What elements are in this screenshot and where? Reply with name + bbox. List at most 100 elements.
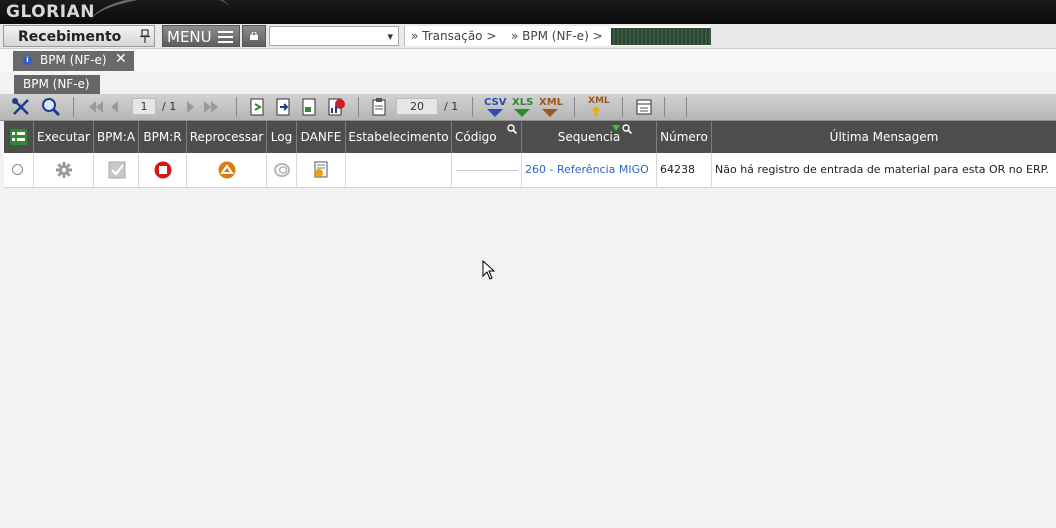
- menu-button[interactable]: MENU: [162, 25, 240, 47]
- page-title-label: BPM (NF-e): [23, 77, 90, 91]
- up-arrow-icon: [591, 106, 601, 116]
- reprocessar-cell: [187, 153, 267, 187]
- toolbar-separator: [73, 97, 74, 117]
- estabelecimento-cell: [346, 153, 452, 187]
- column-header-bpm-r[interactable]: BPM:R: [139, 121, 187, 153]
- column-header-danfe[interactable]: DANFE: [297, 121, 346, 153]
- sequencia-cell[interactable]: 260 - Referência MIGO: [522, 153, 657, 187]
- toolbar-separator: [574, 97, 575, 117]
- toolbar-separator: [358, 97, 359, 117]
- ultima-mensagem-cell: Não há registro de entrada de material p…: [715, 163, 1050, 176]
- down-arrow-icon: [542, 109, 558, 117]
- toolbar: 1 / 1 20 / 1 CSV XLS XML XML: [0, 94, 1056, 121]
- chart-settings-icon[interactable]: [326, 97, 348, 117]
- down-arrow-icon: [487, 109, 503, 117]
- toolbar-separator: [472, 97, 473, 117]
- numero-cell: 64238: [657, 153, 712, 187]
- module-selector[interactable]: Recebimento: [3, 25, 155, 47]
- breadcrumb-transacao[interactable]: » Transação >: [411, 29, 496, 43]
- tab-label: BPM (NF-e): [40, 53, 107, 67]
- breadcrumb-bpm[interactable]: » BPM (NF-e) >: [511, 29, 603, 43]
- gear-icon[interactable]: [55, 161, 73, 179]
- bpm-r-cell: [139, 153, 187, 187]
- export-xml-button[interactable]: XML: [539, 97, 564, 117]
- close-icon[interactable]: ✕: [115, 51, 127, 67]
- export-xls-label: XLS: [512, 97, 534, 108]
- column-header-sequencia[interactable]: Sequencia: [522, 121, 657, 153]
- table-row[interactable]: 260 - Referência MIGO 64238 Não há regis…: [4, 153, 1056, 188]
- lock-icon: [250, 32, 258, 40]
- column-header-reprocessar[interactable]: Reprocessar: [187, 121, 267, 153]
- sub-header: BPM (NF-e): [0, 73, 1056, 94]
- module-title: Recebimento: [18, 29, 122, 45]
- breadcrumb-masked: [611, 28, 711, 45]
- quick-select[interactable]: ▾: [269, 26, 399, 46]
- export-xml-alt-label: XML: [588, 96, 610, 106]
- sort-search-icon[interactable]: [622, 124, 632, 134]
- column-header-codigo[interactable]: Código: [452, 121, 522, 153]
- toolbar-separator: [686, 97, 687, 117]
- export-xml-label: XML: [539, 97, 564, 108]
- search-icon[interactable]: [40, 97, 62, 117]
- reprocess-icon[interactable]: [218, 161, 236, 179]
- logo-swoosh: [88, 0, 232, 24]
- log-icon[interactable]: [273, 162, 291, 178]
- form-view-icon[interactable]: [634, 97, 654, 117]
- column-select-all[interactable]: [4, 121, 34, 153]
- masked-line: [456, 170, 518, 171]
- tab-bpm-nfe[interactable]: i BPM (NF-e) ✕: [13, 51, 134, 71]
- danfe-cell: [297, 153, 346, 187]
- pin-icon[interactable]: [140, 29, 150, 43]
- column-header-executar[interactable]: Executar: [34, 121, 94, 153]
- column-header-numero[interactable]: Número: [657, 121, 712, 153]
- column-header-estabelecimento[interactable]: Estabelecimento: [346, 121, 452, 153]
- page-number-input[interactable]: 1: [132, 98, 156, 115]
- first-prev-page-icon[interactable]: [86, 97, 126, 117]
- toolbar-separator: [664, 97, 665, 117]
- sort-search-icon[interactable]: [507, 124, 517, 134]
- log-cell: [267, 153, 297, 187]
- lock-button[interactable]: [242, 25, 266, 47]
- mouse-cursor-icon: [482, 260, 496, 280]
- page-total: / 1: [162, 100, 177, 113]
- column-header-bpm-a[interactable]: BPM:A: [94, 121, 139, 153]
- info-icon: i: [23, 56, 32, 65]
- tools-icon[interactable]: [10, 97, 32, 117]
- page-title: BPM (NF-e): [14, 75, 100, 94]
- column-header-log[interactable]: Log: [267, 121, 297, 153]
- stop-icon[interactable]: [154, 161, 172, 179]
- import-icon[interactable]: [274, 97, 294, 117]
- row-radio[interactable]: [12, 164, 23, 175]
- bpm-a-cell: [94, 153, 139, 187]
- brand-logo: GLORIAN: [6, 2, 95, 22]
- breadcrumb: » Transação > » BPM (NF-e) >: [404, 26, 711, 46]
- export-xml-alt-button[interactable]: XML: [588, 96, 610, 116]
- toolbar-separator: [236, 97, 237, 117]
- tab-strip: i BPM (NF-e) ✕: [0, 49, 1056, 74]
- hamburger-icon: [218, 31, 233, 43]
- danfe-document-icon[interactable]: [312, 161, 330, 179]
- sort-arrow-icon: [612, 125, 620, 131]
- nav-bar: Recebimento MENU ▾ » Transação > » BPM (…: [0, 24, 1056, 49]
- column-header-codigo-label: Código: [455, 130, 497, 144]
- column-header-sequencia-label: Sequencia: [557, 130, 621, 144]
- clipboard-icon[interactable]: [370, 97, 388, 117]
- next-last-page-icon[interactable]: [184, 97, 224, 117]
- chevron-down-icon: ▾: [387, 30, 393, 43]
- executar-cell: [34, 153, 94, 187]
- row-select-cell: [4, 153, 34, 187]
- export-csv-button[interactable]: CSV: [484, 97, 507, 117]
- toolbar-separator: [622, 97, 623, 117]
- column-header-ultima-mensagem[interactable]: Última Mensagem: [712, 121, 1056, 153]
- checkbox-approve-icon[interactable]: [108, 161, 126, 179]
- export-xls-button[interactable]: XLS: [512, 97, 534, 117]
- export-csv-label: CSV: [484, 97, 507, 108]
- codigo-cell: [452, 153, 522, 187]
- page-size-total: / 1: [444, 100, 459, 113]
- brand-bar: GLORIAN: [0, 0, 1056, 24]
- menu-label: MENU: [167, 28, 212, 46]
- document-icon[interactable]: [300, 97, 320, 117]
- refresh-icon[interactable]: [248, 97, 268, 117]
- page-size-input[interactable]: 20: [396, 98, 438, 115]
- down-arrow-icon: [514, 109, 530, 117]
